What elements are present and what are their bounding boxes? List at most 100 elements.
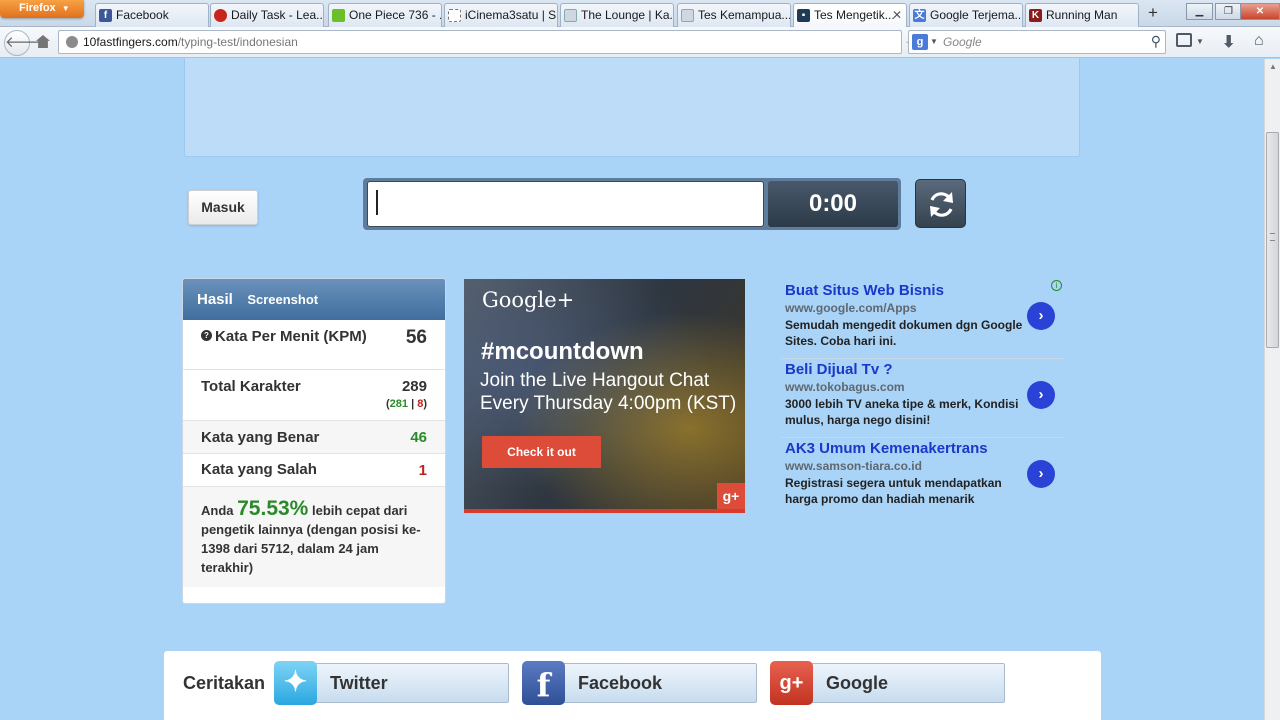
search-icon[interactable]: ⚲ <box>1151 33 1161 50</box>
tab-tes-kemampuan[interactable]: Tes Kemampua... <box>677 3 791 27</box>
10fastfingers-icon: ▪ <box>797 9 810 22</box>
home-button-icon[interactable]: ⌂ <box>1254 32 1264 50</box>
summary-suffix: lebih cepat dari pengetik lainnya (denga… <box>201 503 421 575</box>
tab-tes-mengetik[interactable]: ▪ Tes Mengetik... ✕ <box>793 3 907 27</box>
scrollbar-thumb[interactable] <box>1266 132 1279 348</box>
chars-row: Total Karakter 289 (281 | 8) <box>183 370 445 421</box>
tab-label: Tes Mengetik... <box>814 8 895 22</box>
wpm-label: Kata Per Menit (KPM) <box>215 328 367 345</box>
url-domain: 10fastfingers.com <box>83 35 178 49</box>
ad-title[interactable]: Beli Dijual Tv ? <box>785 361 1064 378</box>
globe-icon <box>66 36 78 48</box>
gplus-logo: Google+ <box>482 288 575 312</box>
page-icon <box>564 9 577 22</box>
tab-the-lounge[interactable]: The Lounge | Ka... <box>560 3 674 27</box>
text-ad[interactable]: Beli Dijual Tv ? www.tokobagus.com 3000 … <box>782 359 1064 438</box>
bookmarks-menu-icon[interactable] <box>1176 33 1192 47</box>
share-label: Ceritakan <box>183 673 266 693</box>
ad-title[interactable]: AK3 Umum Kemenakertrans <box>785 440 1064 457</box>
ad-url[interactable]: www.samson-tiara.co.id <box>785 459 1064 473</box>
back-button[interactable]: 🡐 <box>4 30 45 56</box>
tab-google-translate[interactable]: 文 Google Terjema... <box>909 3 1023 27</box>
typing-input[interactable] <box>367 181 764 227</box>
chevron-down-icon[interactable]: ▼ <box>930 37 938 46</box>
result-card: Hasil Screenshot ? Kata Per Menit (KPM) 5… <box>182 278 446 604</box>
chevron-down-icon[interactable]: ▼ <box>1196 37 1204 46</box>
ad-cta-button[interactable]: Check it out <box>482 436 601 468</box>
maximize-button[interactable]: ❐ <box>1215 3 1242 20</box>
tab-icinema[interactable]: iCinema3satu | S... <box>444 3 558 27</box>
close-window-button[interactable]: ✕ <box>1240 3 1280 20</box>
chars-label: Total Karakter <box>201 378 301 395</box>
refresh-icon <box>930 192 953 217</box>
ad-url[interactable]: www.tokobagus.com <box>785 380 1064 394</box>
scroll-up-icon[interactable]: ▲ <box>1265 59 1280 75</box>
chevron-right-icon[interactable]: › <box>1027 460 1055 488</box>
correct-words-value: 46 <box>410 429 427 446</box>
google-translate-icon: 文 <box>913 9 926 22</box>
tab-label: Facebook <box>116 8 169 22</box>
ad-url[interactable]: www.google.com/Apps <box>785 301 1064 315</box>
tab-label: Running Man <box>1046 8 1118 22</box>
k-icon: K <box>1029 9 1042 22</box>
share-bar: Ceritakan ✦ Twitter f Facebook g+ Google <box>164 651 1101 720</box>
chevron-right-icon[interactable]: › <box>1027 381 1055 409</box>
bullseye-icon <box>214 9 227 22</box>
ad-line-1: Join the Live Hangout Chat <box>480 370 710 391</box>
wrong-words-row: Kata yang Salah 1 <box>183 454 445 487</box>
new-tab-button[interactable]: + <box>1141 4 1165 24</box>
share-twitter-button[interactable]: ✦ Twitter <box>274 661 509 705</box>
info-icon[interactable]: ? <box>201 330 212 341</box>
tab-facebook[interactable]: f Facebook <box>95 3 209 27</box>
navigation-bar: 🡐 10fastfingers.com/typing-test/indonesi… <box>0 27 1280 58</box>
restart-button[interactable] <box>915 179 966 228</box>
tab-screenshot[interactable]: Screenshot <box>247 292 318 307</box>
url-path: /typing-test/indonesian <box>177 35 298 49</box>
firefox-menu-button[interactable]: Firefox ▼ <box>0 0 84 18</box>
wrong-words-label: Kata yang Salah <box>201 461 317 478</box>
ad-title[interactable]: Buat Situs Web Bisnis <box>785 282 1064 299</box>
wpm-label-wrap: ? Kata Per Menit (KPM) <box>201 328 427 345</box>
close-icon[interactable]: ✕ <box>892 8 902 22</box>
text-ad[interactable]: AK3 Umum Kemenakertrans www.samson-tiara… <box>782 438 1064 517</box>
tab-label: iCinema3satu | S... <box>465 8 558 22</box>
share-google-label: Google <box>826 673 888 693</box>
gplus-badge-icon: g+ <box>717 483 745 509</box>
ad-description: Registrasi segera untuk mendapatkan harg… <box>785 476 1002 506</box>
summary-percent: 75.53% <box>237 497 309 520</box>
text-display-panel <box>184 58 1080 157</box>
chars-value: 289 <box>401 378 427 395</box>
gplus-ad-banner[interactable]: Google+ #mcountdown Join the Live Hangou… <box>464 279 745 513</box>
correct-words-row: Kata yang Benar 46 <box>183 421 445 454</box>
countdown-timer: 0:00 <box>768 181 898 227</box>
share-facebook-button[interactable]: f Facebook <box>522 661 757 705</box>
chars-separator: | <box>411 398 415 410</box>
dashed-square-icon <box>448 9 461 22</box>
login-button[interactable]: Masuk <box>188 190 258 225</box>
tab-bar: Firefox ▼ f Facebook Daily Task - Lea... … <box>0 0 1280 27</box>
wpm-row: ? Kata Per Menit (KPM) 56 <box>183 320 445 370</box>
chevron-right-icon[interactable]: › <box>1027 302 1055 330</box>
tab-result[interactable]: Hasil <box>197 291 233 308</box>
google-engine-icon[interactable]: g <box>912 34 928 50</box>
address-bar[interactable]: 10fastfingers.com/typing-test/indonesian… <box>58 30 954 54</box>
tab-daily-task[interactable]: Daily Task - Lea... <box>210 3 324 27</box>
chars-correct: 281 <box>389 398 408 410</box>
search-bar[interactable]: g ▼ Google ⚲ <box>908 30 1166 54</box>
vertical-scrollbar[interactable]: ▲ <box>1264 59 1280 720</box>
share-twitter-label: Twitter <box>330 673 388 693</box>
typing-area: 0:00 <box>363 178 901 230</box>
result-summary: Anda 75.53% lebih cepat dari pengetik la… <box>183 487 445 587</box>
tab-label: Daily Task - Lea... <box>231 8 324 22</box>
google-plus-icon: g+ <box>770 661 813 705</box>
tab-one-piece[interactable]: One Piece 736 - ... <box>328 3 442 27</box>
minimize-button[interactable]: ▁ <box>1186 3 1213 20</box>
twitter-icon: ✦ <box>274 661 317 705</box>
ad-description: Semudah mengedit dokumen dgn Google Site… <box>785 318 1023 348</box>
tab-label: One Piece 736 - ... <box>349 8 442 22</box>
text-ad[interactable]: Buat Situs Web Bisnis www.google.com/App… <box>782 280 1064 359</box>
tab-running-man[interactable]: K Running Man <box>1025 3 1139 27</box>
ad-line-2: Every Thursday 4:00pm (KST) <box>480 393 737 414</box>
download-icon[interactable]: ⬇ <box>1222 32 1235 52</box>
share-google-button[interactable]: g+ Google <box>770 661 1005 705</box>
